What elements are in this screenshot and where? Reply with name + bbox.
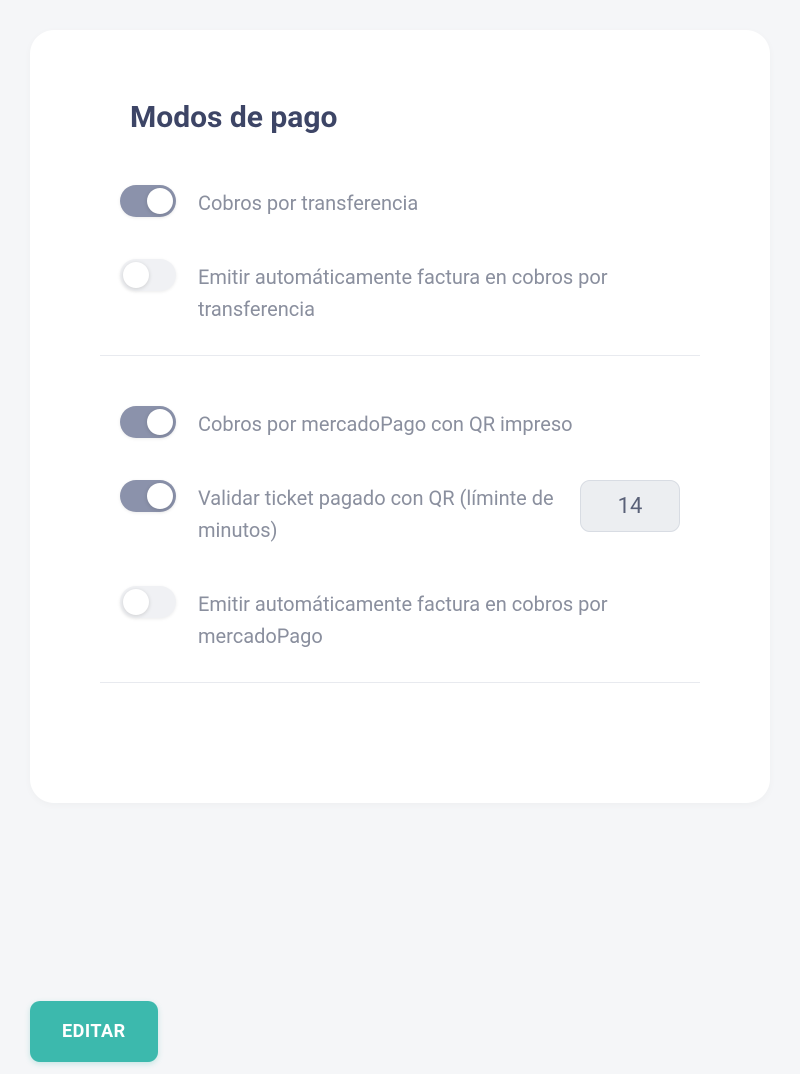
toggle-knob <box>147 409 173 435</box>
setting-row-mp-qr: Cobros por mercadoPago con QR impreso <box>120 406 680 440</box>
edit-button[interactable]: EDITAR <box>30 1001 158 1062</box>
toggle-validate-qr[interactable] <box>120 480 176 512</box>
toggle-transfer-auto-invoice[interactable] <box>120 259 176 291</box>
setting-row-mp-auto-invoice: Emitir automáticamente factura en cobros… <box>120 586 680 652</box>
setting-label: Emitir automáticamente factura en cobros… <box>198 259 680 325</box>
toggle-knob <box>123 589 149 615</box>
toggle-mp-qr[interactable] <box>120 406 176 438</box>
setting-label: Emitir automáticamente factura en cobros… <box>198 586 680 652</box>
toggle-knob <box>147 483 173 509</box>
setting-row-transfer-auto-invoice: Emitir automáticamente factura en cobros… <box>120 259 680 325</box>
settings-group-transfer: Cobros por transferencia Emitir automáti… <box>100 185 700 325</box>
settings-group-mercadopago: Cobros por mercadoPago con QR impreso Va… <box>100 406 700 652</box>
toggle-knob <box>123 262 149 288</box>
setting-label: Cobros por mercadoPago con QR impreso <box>198 406 680 440</box>
setting-label: Cobros por transferencia <box>198 185 680 219</box>
setting-row-transfer-enable: Cobros por transferencia <box>120 185 680 219</box>
setting-row-validate-qr: Validar ticket pagado con QR (líminte de… <box>120 480 680 546</box>
toggle-transfer-enable[interactable] <box>120 185 176 217</box>
payment-modes-card: Modos de pago Cobros por transferencia E… <box>30 30 770 803</box>
toggle-knob <box>147 188 173 214</box>
setting-label: Validar ticket pagado con QR (líminte de… <box>198 480 558 546</box>
card-title: Modos de pago <box>130 100 700 135</box>
divider <box>100 355 700 356</box>
divider <box>100 682 700 683</box>
toggle-mp-auto-invoice[interactable] <box>120 586 176 618</box>
minutes-input[interactable] <box>580 480 680 532</box>
